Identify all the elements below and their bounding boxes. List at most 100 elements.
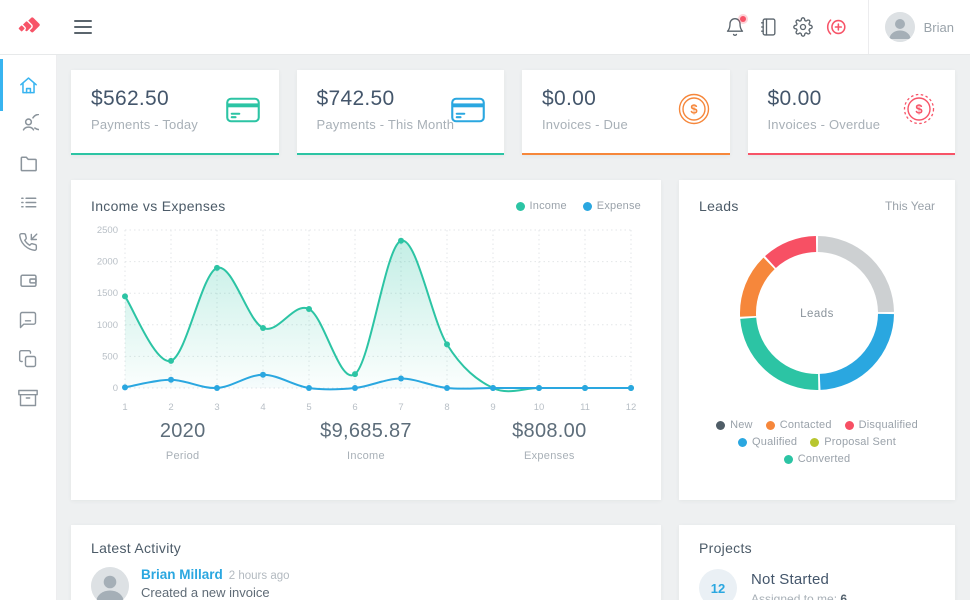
chat-icon — [18, 310, 38, 330]
sidebar-item-calls[interactable] — [0, 222, 56, 261]
user-name: Brian — [924, 20, 954, 35]
legend-dot — [766, 421, 775, 430]
sidebar-item-messages[interactable] — [0, 300, 56, 339]
chart-legend: Income Expense — [516, 200, 642, 212]
archive-icon — [18, 388, 38, 408]
sidebar-item-list[interactable] — [0, 183, 56, 222]
projects-card: Projects 12 Not Started Assigned to me: … — [679, 525, 955, 600]
project-status-item: 12 Not Started Assigned to me: 6 — [699, 569, 935, 600]
svg-text:7: 7 — [398, 402, 403, 413]
svg-text:9: 9 — [490, 402, 495, 413]
notification-dot — [738, 14, 748, 24]
project-assigned-count: 6 — [840, 592, 847, 600]
svg-text:$: $ — [690, 102, 698, 117]
svg-text:1: 1 — [122, 402, 127, 413]
folder-icon — [18, 153, 39, 174]
activity-action: Created a new invoice — [141, 585, 290, 600]
menu-toggle-button[interactable] — [66, 10, 100, 44]
coin-icon: $ — [676, 91, 712, 132]
legend-dot — [784, 455, 793, 464]
sidebar-item-home[interactable] — [0, 66, 56, 105]
sidebar-item-contacts[interactable] — [0, 105, 56, 144]
legend-dot — [845, 421, 854, 430]
summary-income: $9,685.87 Income — [274, 420, 457, 462]
svg-text:8: 8 — [444, 402, 449, 413]
svg-text:12: 12 — [626, 402, 637, 413]
summary-expenses: $808.00 Expenses — [458, 420, 641, 462]
avatar-photo — [885, 12, 915, 42]
leads-card: Leads This Year Leads New Contacted Disqua… — [679, 180, 955, 500]
leads-donut-wrap: Leads — [732, 228, 902, 403]
credit-card-icon — [225, 95, 261, 130]
income-expenses-card: Income vs Expenses Income Expense 0 500 100… — [71, 180, 661, 500]
contacts-book-button[interactable] — [752, 10, 786, 44]
legend-dot — [810, 438, 819, 447]
legend-label: Contacted — [780, 419, 832, 431]
legend-item-disqualified[interactable]: Disqualified — [845, 419, 918, 431]
activity-avatar — [91, 567, 129, 600]
project-count-badge: 12 — [699, 569, 737, 600]
legend-label: Expense — [597, 200, 641, 212]
avatar-photo — [91, 567, 129, 600]
legend-dot — [516, 202, 525, 211]
legend-item-proposal-sent[interactable]: Proposal Sent — [810, 436, 896, 448]
sidebar-item-folder[interactable] — [0, 144, 56, 183]
legend-label: Converted — [798, 453, 851, 465]
svg-text:$: $ — [915, 102, 923, 117]
legend-item-converted[interactable]: Converted — [784, 453, 851, 465]
legend-item-expense[interactable]: Expense — [583, 200, 641, 212]
legend-label: Qualified — [752, 436, 797, 448]
user-avatar — [885, 12, 915, 42]
latest-activity-card: Latest Activity Brian Millard 2 hours ag… — [71, 525, 661, 600]
quick-add-button[interactable] — [820, 10, 854, 44]
chart-summary: 2020 Period $9,685.87 Income $808.00 Exp… — [91, 420, 641, 462]
sidebar-item-documents[interactable] — [0, 339, 56, 378]
leads-donut-chart: Leads — [732, 228, 902, 398]
svg-text:2000: 2000 — [97, 257, 118, 268]
settings-button[interactable] — [786, 10, 820, 44]
projects-title: Projects — [699, 540, 935, 556]
svg-text:2500: 2500 — [97, 225, 118, 236]
charts-row: Income vs Expenses Income Expense 0 500 100… — [71, 180, 955, 500]
legend-label: Disqualified — [859, 419, 918, 431]
stat-cards-row: $562.50 Payments - Today $742.50 Payment… — [71, 70, 955, 155]
book-icon — [759, 17, 779, 37]
svg-text:0: 0 — [113, 383, 118, 394]
legend-item-income[interactable]: Income — [516, 200, 567, 212]
activity-user-link[interactable]: Brian Millard — [141, 567, 223, 582]
dashboard-screen: Brian — [0, 0, 970, 600]
notifications-button[interactable] — [718, 10, 752, 44]
svg-text:4: 4 — [260, 402, 265, 413]
svg-text:3: 3 — [214, 402, 219, 413]
svg-text:1000: 1000 — [97, 320, 118, 331]
add-circle-icon — [826, 16, 848, 38]
leads-title: Leads — [699, 198, 739, 214]
coin-dashed-icon: $ — [901, 91, 937, 132]
legend-item-contacted[interactable]: Contacted — [766, 419, 832, 431]
stat-card-payments-today: $562.50 Payments - Today — [71, 70, 279, 155]
leads-period-label: This Year — [885, 199, 935, 213]
activity-time: 2 hours ago — [229, 570, 290, 582]
legend-label: New — [730, 419, 753, 431]
project-assigned: Assigned to me: 6 — [751, 592, 847, 600]
sidebar-nav — [0, 54, 56, 600]
leads-legend: New Contacted Disqualified Qualified Proposa… — [699, 419, 935, 465]
legend-dot — [583, 202, 592, 211]
wallet-icon — [18, 270, 39, 291]
chart-title: Income vs Expenses — [91, 198, 226, 214]
documents-icon — [18, 349, 38, 369]
legend-item-new[interactable]: New — [716, 419, 753, 431]
legend-dot — [738, 438, 747, 447]
svg-text:500: 500 — [102, 351, 118, 362]
svg-text:6: 6 — [352, 402, 357, 413]
stat-card-invoices-due: $0.00 Invoices - Due $ — [522, 70, 730, 155]
income-expenses-chart: 05001000150020002500123456789101112 — [91, 220, 641, 418]
legend-item-qualified[interactable]: Qualified — [738, 436, 797, 448]
sidebar-item-payments[interactable] — [0, 261, 56, 300]
project-status-label: Not Started — [751, 571, 847, 588]
contacts-icon — [18, 114, 39, 135]
sidebar-item-archive[interactable] — [0, 378, 56, 417]
user-menu[interactable]: Brian — [868, 0, 970, 54]
app-logo[interactable] — [0, 0, 56, 54]
activity-item: Brian Millard 2 hours ago Created a new … — [91, 567, 641, 600]
